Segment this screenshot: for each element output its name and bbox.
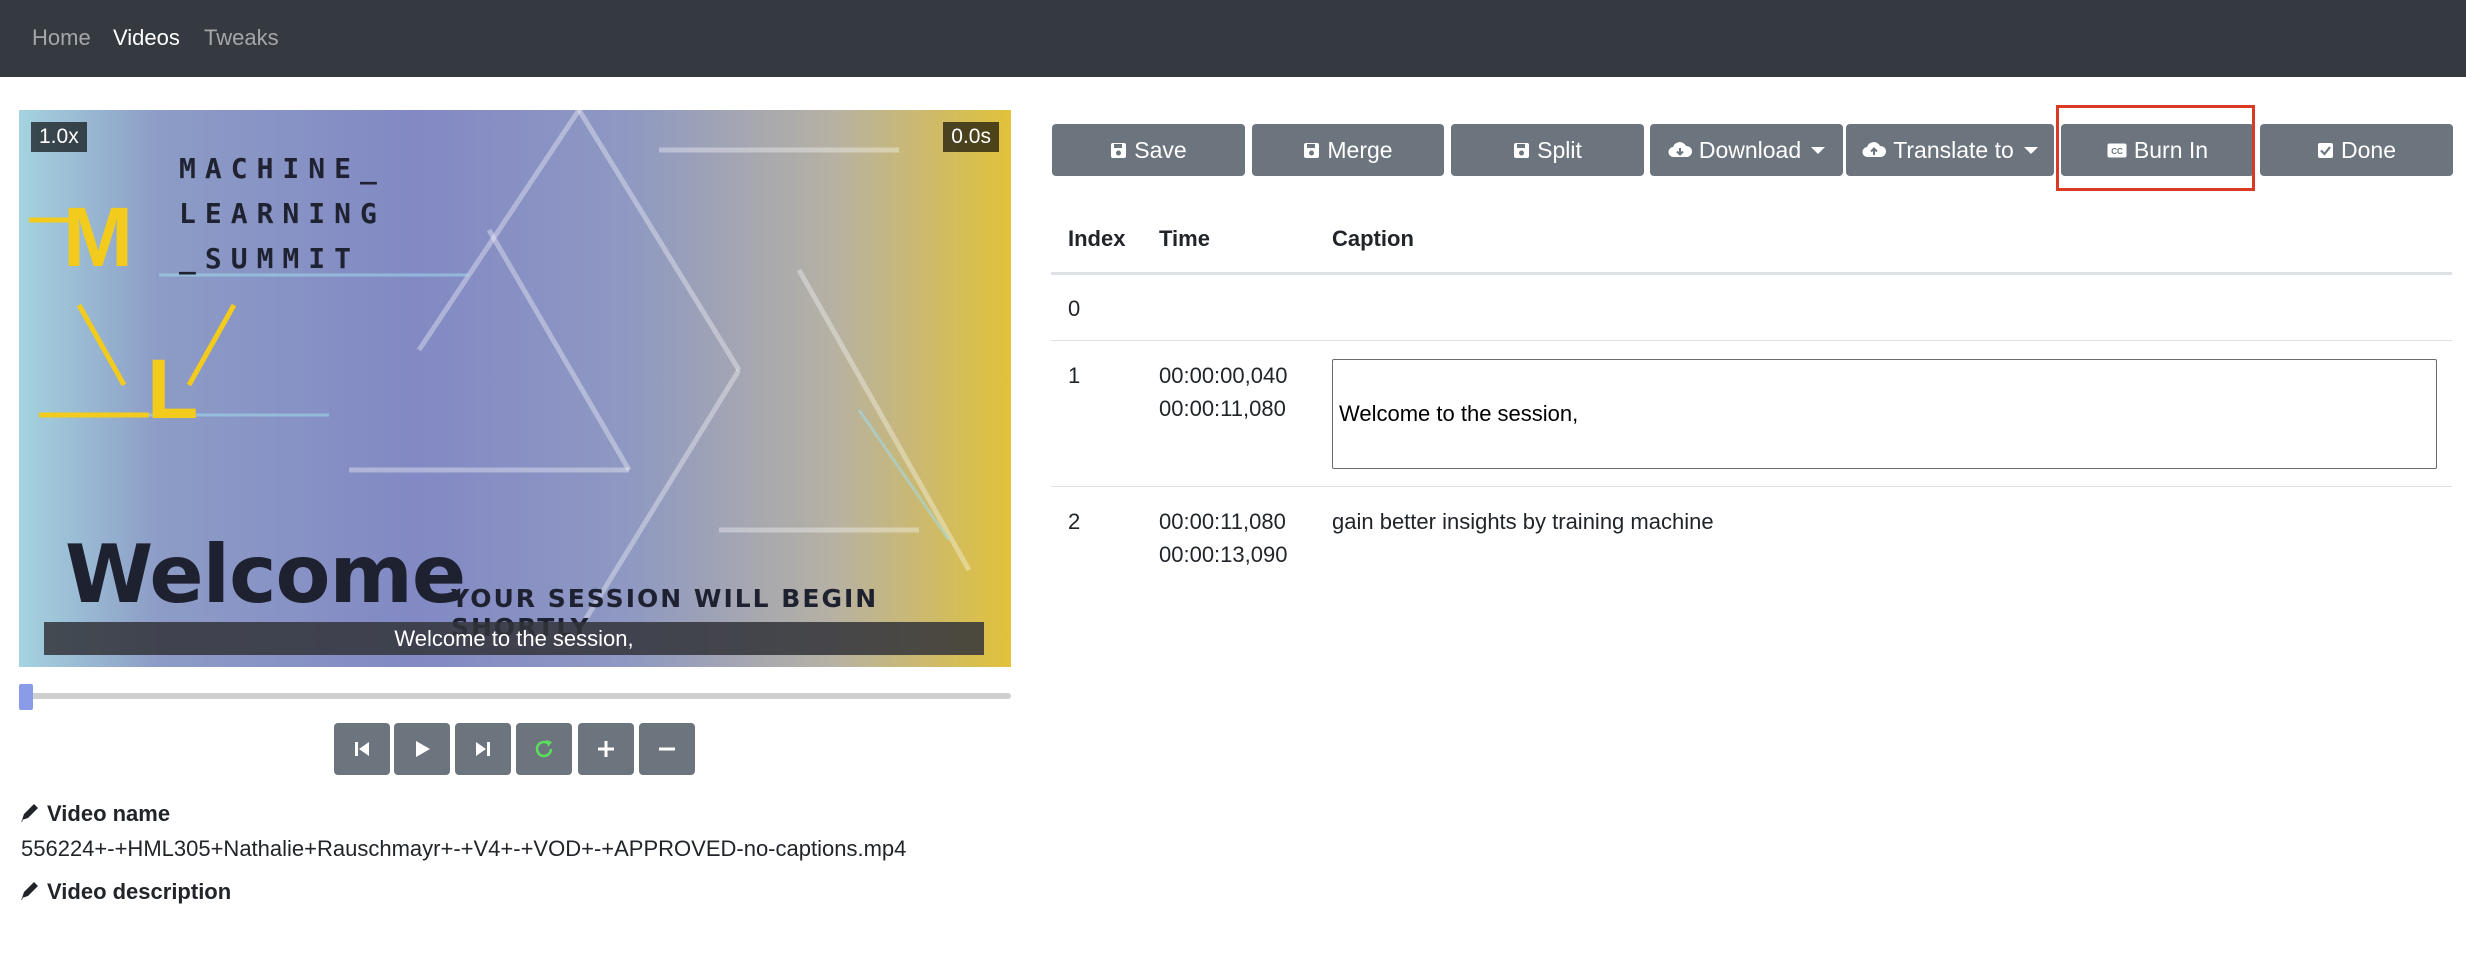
logo-l-letter: L	[147, 342, 199, 436]
row-1-caption-input[interactable]	[1332, 359, 2437, 469]
video-description-label-text: Video description	[47, 879, 232, 904]
download-button-label: Download	[1698, 136, 1802, 163]
skip-back-button[interactable]	[334, 723, 390, 775]
frame-headline: Welcome	[65, 528, 466, 621]
progress-track[interactable]	[19, 693, 1011, 699]
floppy-icon	[1513, 142, 1530, 159]
top-navbar: Home Videos Tweaks	[0, 0, 2466, 77]
video-name-label-text: Video name	[47, 801, 171, 826]
row-2-start-time[interactable]: 00:00:11,080	[1159, 505, 1286, 538]
cloud-download-icon	[1668, 141, 1692, 159]
nav-home-link[interactable]: Home	[32, 25, 91, 51]
nav-tweaks-link[interactable]: Tweaks	[204, 25, 279, 51]
save-button-label: Save	[1134, 136, 1187, 163]
caret-down-icon	[1811, 146, 1826, 154]
burn-in-highlight	[2056, 105, 2255, 191]
row-1-index[interactable]: 1	[1068, 359, 1080, 392]
caret-down-icon	[2023, 146, 2038, 154]
skip-forward-button[interactable]	[455, 723, 511, 775]
row-2-end-time[interactable]: 00:00:13,090	[1159, 538, 1287, 571]
playback-time-badge: 0.0s	[943, 122, 999, 152]
play-icon	[416, 741, 430, 757]
loop-button[interactable]	[516, 723, 572, 775]
speed-up-button[interactable]	[578, 723, 634, 775]
subtitle-overlay: Welcome to the session,	[44, 622, 984, 655]
playback-speed-badge: 1.0x	[31, 122, 87, 152]
merge-button-label: Merge	[1327, 136, 1393, 163]
translate-dropdown-button[interactable]: Translate to	[1846, 124, 2054, 176]
skip-forward-icon	[476, 742, 490, 756]
row-1-end-time[interactable]: 00:00:11,080	[1159, 392, 1286, 425]
column-header-caption: Caption	[1332, 226, 1414, 251]
minus-icon	[659, 747, 675, 751]
skip-back-icon	[355, 742, 369, 756]
progress-thumb[interactable]	[19, 684, 33, 710]
check-square-icon	[2317, 142, 2334, 159]
header-divider	[1051, 272, 2452, 275]
speed-down-button[interactable]	[639, 723, 695, 775]
done-button-label: Done	[2341, 136, 2396, 163]
row-1-start-time[interactable]: 00:00:00,040	[1159, 359, 1287, 392]
row-2-caption[interactable]: gain better insights by training machine	[1332, 505, 1714, 538]
row-divider	[1051, 340, 2452, 341]
download-dropdown-button[interactable]: Download	[1650, 124, 1843, 176]
video-player[interactable]: MACHINE_ LEARNING _SUMMIT M L Welcome YO…	[19, 110, 1011, 667]
plus-icon	[598, 741, 614, 757]
cloud-upload-icon	[1862, 141, 1887, 159]
video-name-label: Video name	[19, 801, 170, 829]
done-button[interactable]: Done	[2260, 124, 2453, 176]
logo-m-letter: M	[63, 190, 133, 284]
pen-icon[interactable]	[19, 801, 41, 829]
save-button[interactable]: Save	[1052, 124, 1245, 176]
logo-line-2: LEARNING	[179, 197, 386, 230]
video-name-value: 556224+-+HML305+Nathalie+Rauschmayr+-+V4…	[21, 836, 907, 861]
row-2-index[interactable]: 2	[1068, 505, 1080, 538]
floppy-icon	[1303, 142, 1320, 159]
reload-icon	[535, 740, 553, 758]
row-0-index[interactable]: 0	[1068, 292, 1080, 325]
row-divider	[1051, 486, 2452, 487]
merge-button[interactable]: Merge	[1252, 124, 1444, 176]
split-button-label: Split	[1537, 136, 1582, 163]
video-description-label: Video description	[19, 879, 231, 907]
translate-button-label: Translate to	[1893, 136, 2014, 163]
play-button[interactable]	[394, 723, 450, 775]
logo-line-1: MACHINE_	[179, 152, 386, 185]
nav-videos-link[interactable]: Videos	[113, 25, 180, 51]
logo-line-3: _SUMMIT	[179, 242, 361, 275]
column-header-index: Index	[1068, 226, 1126, 251]
pen-icon[interactable]	[19, 879, 41, 907]
split-button[interactable]: Split	[1451, 124, 1644, 176]
floppy-icon	[1110, 142, 1127, 159]
column-header-time: Time	[1159, 226, 1210, 251]
